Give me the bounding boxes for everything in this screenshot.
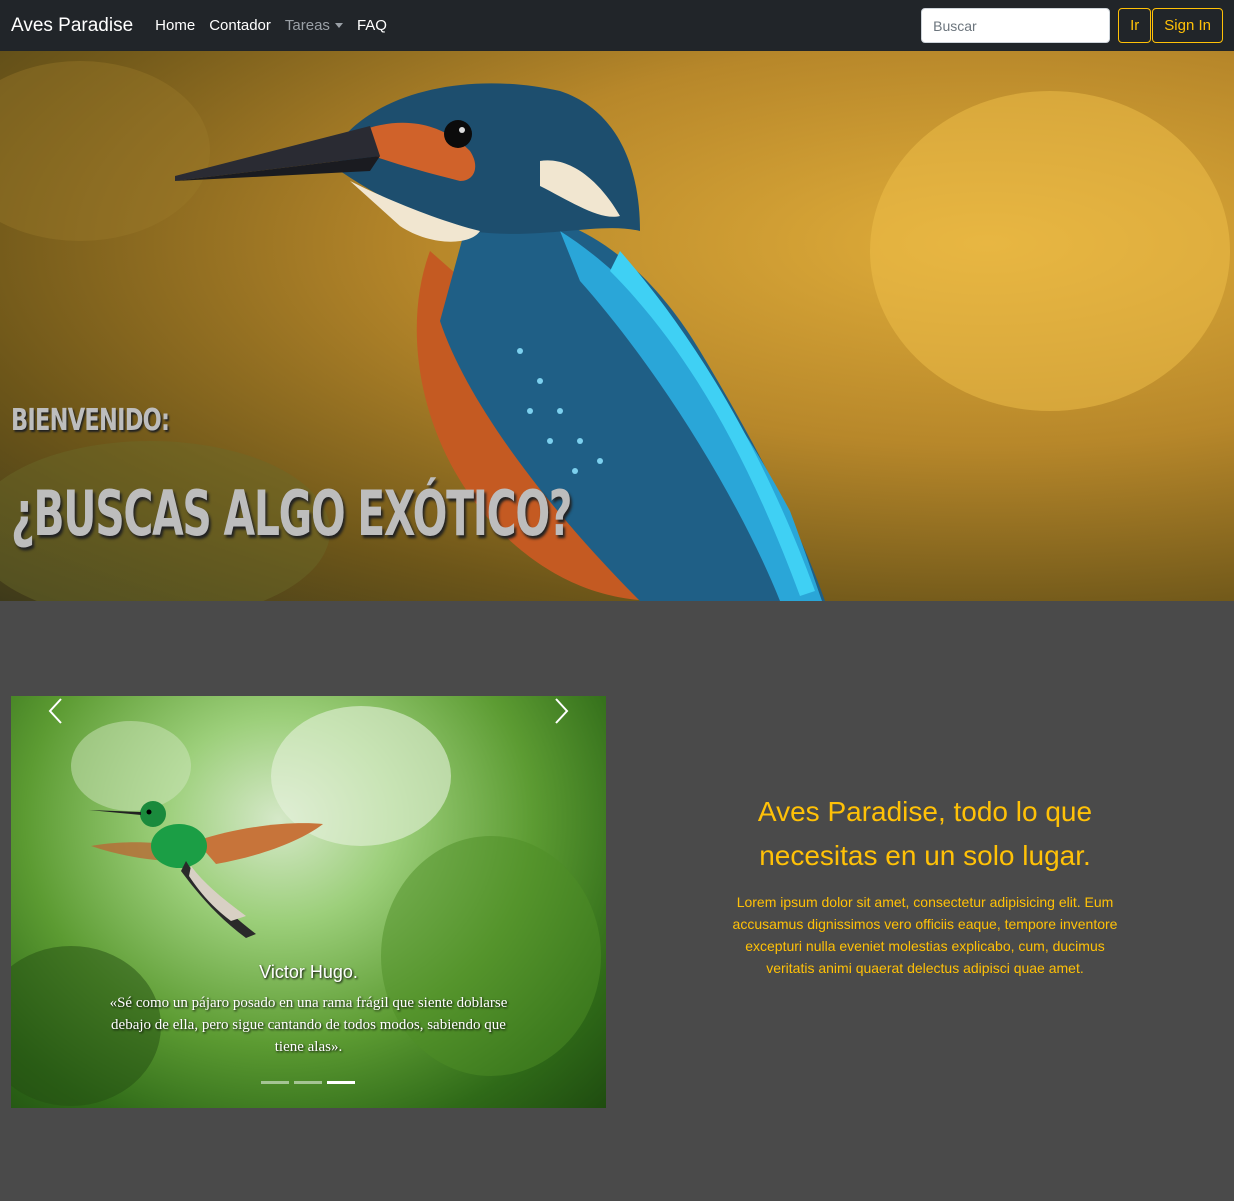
hero-title: ¿BUSCAS ALGO EXÓTICO? <box>11 477 573 550</box>
caret-down-icon <box>334 23 343 28</box>
navbar: Aves Paradise Home Contador Tareas FAQ I… <box>0 0 1234 51</box>
nav-home-link[interactable]: Home <box>155 17 195 34</box>
carousel-indicators <box>261 1081 355 1084</box>
chevron-right-icon[interactable] <box>549 696 573 726</box>
info-text: Lorem ipsum dolor sit amet, consectetur … <box>732 894 1118 976</box>
navbar-search-form: Ir Sign In <box>921 8 1223 43</box>
brand-link[interactable]: Aves Paradise <box>11 15 133 37</box>
chevron-left-icon[interactable] <box>44 696 68 726</box>
hero-banner: BIENVENIDO: ¿BUSCAS ALGO EXÓTICO? <box>0 51 1234 601</box>
carousel-indicator[interactable] <box>261 1081 289 1084</box>
info-title: Aves Paradise, todo lo que necesitas en … <box>757 796 1093 871</box>
nav-tareas-label: Tareas <box>284 17 330 34</box>
info-section: Aves Paradise, todo lo que necesitas en … <box>730 790 1120 979</box>
nav-tareas-dropdown[interactable]: Tareas <box>285 17 343 34</box>
carousel-caption-title: Victor Hugo. <box>259 962 358 982</box>
carousel-caption-text: «Sé como un pájaro posado en una rama fr… <box>109 995 508 1055</box>
hero-subtitle: BIENVENIDO: <box>11 403 170 438</box>
carousel-indicator-active[interactable] <box>327 1081 355 1084</box>
go-button[interactable]: Ir <box>1118 8 1152 43</box>
search-input[interactable] <box>921 8 1111 43</box>
carousel-indicator[interactable] <box>294 1081 322 1084</box>
sign-in-button[interactable]: Sign In <box>1152 8 1223 43</box>
nav-contador-link[interactable]: Contador <box>209 17 271 34</box>
nav-faq-link[interactable]: FAQ <box>357 17 387 34</box>
carousel: Victor Hugo. «Sé como un pájaro posado e… <box>11 696 606 1108</box>
